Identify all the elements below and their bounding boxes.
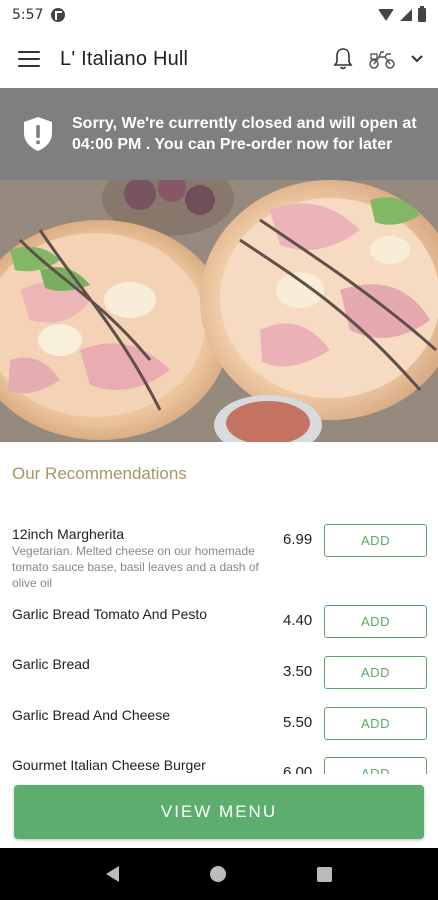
menu-item[interactable]: Gourmet Italian Cheese Burger 6.00 ADD <box>0 752 438 774</box>
status-time: 5:57 <box>12 7 44 23</box>
menu-item-name: Gourmet Italian Cheese Burger <box>12 757 206 773</box>
home-icon[interactable] <box>209 866 226 882</box>
menu-item-name: Garlic Bread <box>12 656 90 672</box>
status-icons <box>378 6 426 22</box>
app-bar: L' Italiano Hull <box>0 30 438 88</box>
recommendations-list: 12inch Margherita Vegetarian. Melted che… <box>0 516 438 774</box>
shield-alert-icon <box>24 117 52 151</box>
menu-item[interactable]: 12inch Margherita Vegetarian. Melted che… <box>0 516 438 600</box>
menu-item-name: Garlic Bread Tomato And Pesto <box>12 606 208 622</box>
recommendations-title: Our Recommendations <box>12 464 187 483</box>
menu-item-name: 12inch Margherita <box>12 526 125 542</box>
notification-app-icon <box>51 8 66 22</box>
delivery-scooter-icon[interactable] <box>368 48 396 70</box>
add-button[interactable]: ADD <box>324 757 427 774</box>
app-bar-actions <box>332 47 424 71</box>
status-bar: 5:57 <box>0 0 438 30</box>
wifi-icon <box>378 9 394 21</box>
menu-item-price: 6.00 <box>283 764 313 774</box>
menu-item-description: Vegetarian. Melted cheese on our homemad… <box>12 544 259 590</box>
app-title: L' Italiano Hull <box>60 47 189 70</box>
add-button[interactable]: ADD <box>324 656 427 689</box>
closed-message: Sorry, We're currently closed and will o… <box>72 115 417 153</box>
menu-item[interactable]: Garlic Bread Tomato And Pesto 4.40 ADD <box>0 600 438 651</box>
bell-icon[interactable] <box>332 47 354 71</box>
back-icon[interactable] <box>105 866 119 882</box>
add-button[interactable]: ADD <box>324 707 427 740</box>
menu-item-price: 3.50 <box>283 663 313 680</box>
menu-item[interactable]: Garlic Bread And Cheese 5.50 ADD <box>0 702 438 752</box>
add-button[interactable]: ADD <box>324 605 427 638</box>
menu-item-price: 4.40 <box>283 612 313 629</box>
menu-item-price: 6.99 <box>283 531 313 548</box>
hamburger-icon[interactable] <box>18 51 40 67</box>
system-nav-bar <box>0 848 438 900</box>
menu-item[interactable]: Garlic Bread 3.50 ADD <box>0 651 438 702</box>
chevron-down-icon[interactable] <box>410 54 424 64</box>
hero-pizza-image <box>0 180 438 442</box>
menu-item-price: 5.50 <box>283 714 313 731</box>
menu-item-name: Garlic Bread And Cheese <box>12 707 170 723</box>
signal-icon <box>400 9 412 21</box>
add-button[interactable]: ADD <box>324 524 427 557</box>
battery-icon <box>418 6 426 22</box>
view-menu-button[interactable]: VIEW MENU <box>14 785 424 839</box>
closed-banner: Sorry, We're currently closed and will o… <box>0 88 438 180</box>
recent-apps-icon[interactable] <box>317 866 333 882</box>
